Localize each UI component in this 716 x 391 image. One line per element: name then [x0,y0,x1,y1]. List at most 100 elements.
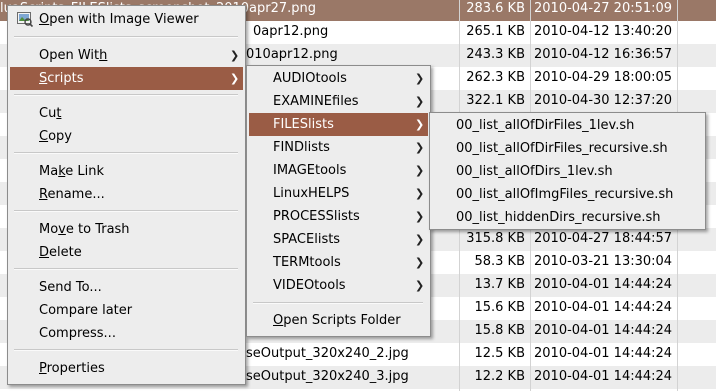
menu-item-label: Send To... [39,280,102,295]
menu-item-label: IMAGEtools [273,163,347,178]
scripts-item-processlists[interactable]: PROCESSlists ❯ [249,205,428,228]
menu-item-label: AUDIOtools [273,71,347,86]
menu-item-label: Delete [39,245,82,260]
file-size: 322.1 KB [466,93,525,108]
file-size: 15.8 KB [474,323,525,338]
chevron-right-icon: ❯ [415,95,425,108]
menu-item-label: Compare later [39,303,133,318]
menu-item-label: Copy [39,129,72,144]
chevron-right-icon: ❯ [415,118,425,131]
cut-item[interactable]: Cut [10,102,243,125]
menu-separator [14,349,238,351]
menu-item-label: Rename... [39,187,105,202]
scripts-item-findlists[interactable]: FINDlists ❯ [249,136,428,159]
menu-item-label: Move to Trash [39,222,130,237]
chevron-right-icon: ❯ [415,72,425,85]
chevron-right-icon: ❯ [415,256,425,269]
file-size: 243.3 KB [466,47,525,62]
compress-item[interactable]: Compress... [10,322,243,345]
send-to-item[interactable]: Send To... [10,276,243,299]
scripts-item-linuxhelps[interactable]: LinuxHELPS ❯ [249,182,428,205]
menu-item-label: 00_list_allOfDirFiles_1lev.sh [456,118,635,133]
chevron-right-icon: ❯ [230,72,240,85]
script-item[interactable]: 00_list_hiddenDirs_recursive.sh [432,206,703,229]
menu-item-label: Compress... [39,326,116,341]
scripts-item-termtools[interactable]: TERMtools ❯ [249,251,428,274]
properties-item[interactable]: Properties [10,357,243,380]
file-date: 2010-04-01 14:44:24 [534,369,673,384]
scripts-item[interactable]: Scripts ❯ [10,67,243,90]
file-size: 12.5 KB [474,346,525,361]
chevron-right-icon: ❯ [415,141,425,154]
menu-item-label: EXAMINEfiles [273,94,359,109]
chevron-right-icon: ❯ [415,187,425,200]
rename-item[interactable]: Rename... [10,183,243,206]
open-with-image-viewer-item[interactable]: Open with Image Viewer [10,8,243,31]
file-date: 2010-04-01 14:44:24 [534,323,673,338]
context-menu: Open with Image Viewer Open With ❯ Scrip… [7,5,246,385]
scripts-item-fileslists[interactable]: FILESlists ❯ [249,113,428,136]
file-size: 283.6 KB [466,1,525,16]
scripts-item-imagetools[interactable]: IMAGEtools ❯ [249,159,428,182]
file-date: 2010-04-01 14:44:24 [534,300,673,315]
menu-item-label: Properties [39,361,105,376]
menu-item-label: Scripts [39,71,84,86]
compare-later-item[interactable]: Compare later [10,299,243,322]
menu-separator [14,210,238,212]
open-scripts-folder-item[interactable]: Open Scripts Folder [249,309,428,332]
menu-item-label: Open with Image Viewer [39,12,199,27]
file-size: 262.3 KB [466,70,525,85]
file-size: 13.7 KB [474,277,525,292]
menu-item-label: SPACElists [273,232,341,247]
menu-item-label: Open With [39,48,108,63]
move-to-trash-item[interactable]: Move to Trash [10,218,243,241]
menu-item-label: TERMtools [273,255,341,270]
script-item[interactable]: 00_list_allOfDirs_1lev.sh [432,160,703,183]
file-date: 2010-04-01 14:44:24 [534,277,673,292]
script-item[interactable]: 00_list_allOfImgFiles_recursive.sh [432,183,703,206]
make-link-item[interactable]: Make Link [10,160,243,183]
file-size: 315.8 KB [466,231,525,246]
chevron-right-icon: ❯ [230,49,240,62]
open-with-item[interactable]: Open With ❯ [10,44,243,67]
menu-separator [14,94,238,96]
menu-item-label: PROCESSlists [273,209,360,224]
menu-item-label: VIDEOtools [273,278,346,293]
fileslists-submenu: 00_list_allOfDirFiles_1lev.sh 00_list_al… [429,112,706,230]
scripts-item-audiotools[interactable]: AUDIOtools ❯ [249,67,428,90]
file-date: 2010-04-12 16:36:57 [534,47,673,62]
menu-item-label: 00_list_allOfDirs_1lev.sh [456,164,613,179]
menu-item-label: LinuxHELPS [273,186,350,201]
chevron-right-icon: ❯ [415,210,425,223]
chevron-right-icon: ❯ [415,233,425,246]
chevron-right-icon: ❯ [415,279,425,292]
delete-item[interactable]: Delete [10,241,243,264]
file-date: 2010-04-27 18:44:57 [534,231,673,246]
menu-item-label: 00_list_allOfImgFiles_recursive.sh [456,187,674,202]
file-size: 15.6 KB [474,300,525,315]
menu-item-label: Make Link [39,164,105,179]
menu-item-label: Open Scripts Folder [273,313,401,328]
scripts-item-examinefiles[interactable]: EXAMINEfiles ❯ [249,90,428,113]
file-date: 2010-04-01 14:44:24 [534,346,673,361]
menu-separator [253,302,423,304]
scripts-item-videotools[interactable]: VIDEOtools ❯ [249,274,428,297]
image-viewer-icon [17,12,33,27]
chevron-right-icon: ❯ [415,164,425,177]
file-size: 265.1 KB [466,24,525,39]
script-item[interactable]: 00_list_allOfDirFiles_recursive.sh [432,137,703,160]
menu-item-label: FINDlists [273,140,330,155]
file-size: 12.2 KB [474,369,525,384]
script-item[interactable]: 00_list_allOfDirFiles_1lev.sh [432,114,703,137]
file-date: 2010-04-29 18:00:05 [534,70,673,85]
file-date: 2010-03-21 13:30:04 [534,254,673,269]
menu-separator [14,268,238,270]
scripts-submenu: AUDIOtools ❯ EXAMINEfiles ❯ FILESlists ❯… [246,65,431,337]
file-date: 2010-04-30 12:37:20 [534,93,673,108]
file-date: 2010-04-27 20:51:09 [534,1,673,16]
scripts-item-spacelists[interactable]: SPACElists ❯ [249,228,428,251]
menu-item-label: FILESlists [273,117,334,132]
copy-item[interactable]: Copy [10,125,243,148]
menu-item-label: Cut [39,106,62,121]
menu-item-label: 00_list_hiddenDirs_recursive.sh [456,210,661,225]
